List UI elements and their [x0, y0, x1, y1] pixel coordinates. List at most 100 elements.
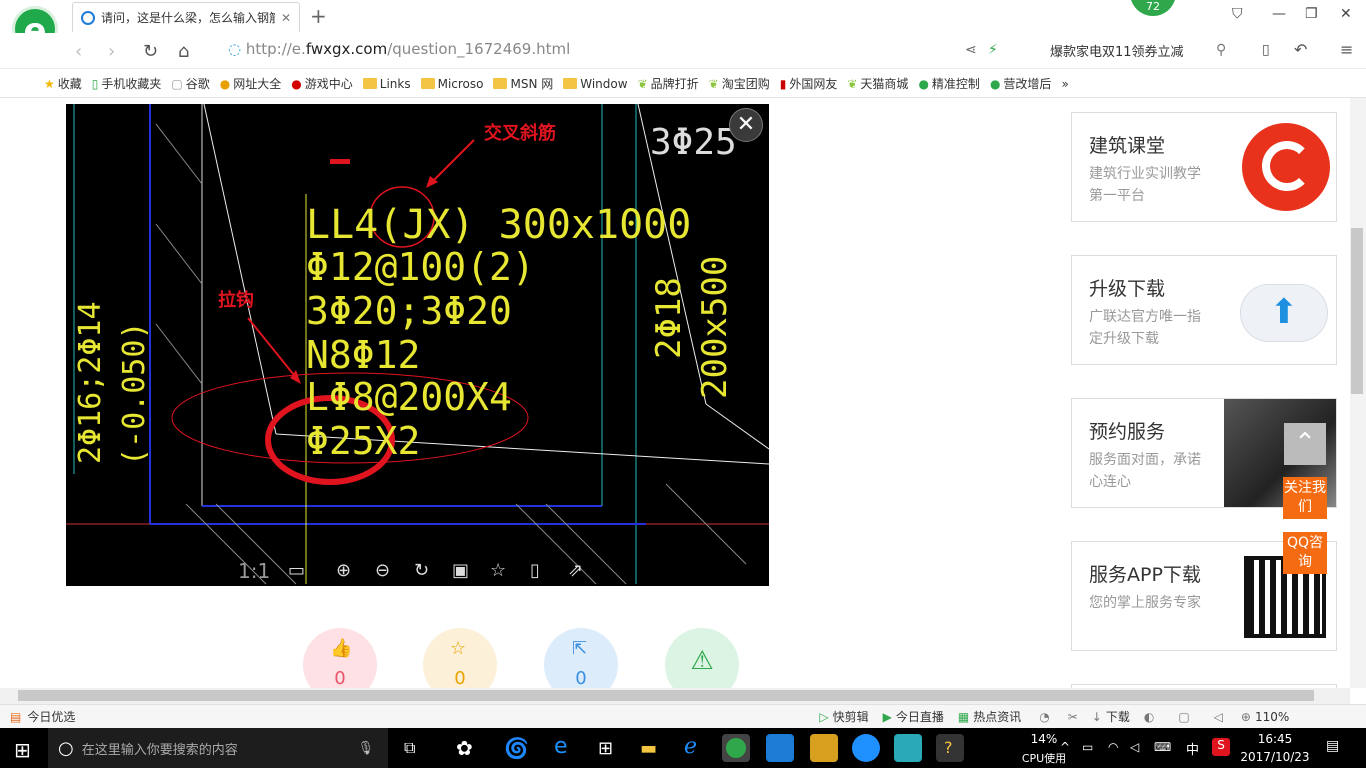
ime-indicator[interactable]: 中 — [1186, 739, 1199, 758]
taskbar-search-input[interactable]: ○ 在这里输入你要搜索的内容 🎙 — [48, 728, 388, 768]
sogou-icon[interactable]: S — [1212, 738, 1230, 756]
save-icon[interactable]: ▣ — [452, 560, 469, 581]
share-icon[interactable]: ⋖ — [965, 42, 977, 58]
rotate-icon[interactable]: ↻ — [414, 560, 429, 581]
right-vertical-2: 200x500 — [695, 256, 735, 399]
bookmark-favorites[interactable]: ★ 收藏 — [44, 75, 82, 92]
bookmark-folder[interactable]: Window — [563, 77, 628, 91]
follow-us-button[interactable]: 关注我们 — [1283, 477, 1327, 519]
share-out-icon[interactable]: ⇗ — [568, 560, 583, 581]
status-item[interactable]: 热点资讯 — [973, 708, 1021, 725]
like-count: 0 — [334, 668, 346, 689]
microphone-icon[interactable]: 🎙 — [357, 741, 374, 756]
close-window-button[interactable]: ✕ — [1340, 6, 1352, 22]
bookmark-item[interactable]: ● 网址大全 — [220, 75, 282, 92]
card-subtitle: 广联达官方唯一指定升级下载 — [1089, 309, 1201, 347]
viewer-close-button[interactable]: ✕ — [729, 108, 763, 142]
browser-taskbar-button[interactable] — [722, 734, 750, 762]
home-icon[interactable]: ⌂ — [178, 41, 189, 62]
volume-icon[interactable]: ◁ — [1214, 710, 1223, 724]
swirl-app-icon[interactable]: 🌀 — [504, 736, 529, 760]
tab-close-icon[interactable]: ✕ — [281, 11, 291, 25]
horizontal-scroll-thumb[interactable] — [18, 690, 1314, 701]
url-input[interactable]: ◌ http://e.fwxgx.com/question_1672469.ht… — [228, 40, 570, 58]
bookmark-item[interactable]: ❦ 天猫商城 — [847, 75, 908, 92]
zoom-out-icon[interactable]: ⊖ — [375, 560, 390, 581]
back-icon[interactable]: ‹ — [75, 41, 82, 62]
thumbs-up-icon: 👍 — [330, 638, 353, 659]
clock-date[interactable]: 2017/10/23 — [1240, 750, 1310, 764]
clock-time[interactable]: 16:45 — [1240, 732, 1310, 746]
notification-center-icon[interactable]: ▤ — [1326, 738, 1339, 754]
refresh-icon[interactable]: ↻ — [143, 41, 158, 62]
g-app-taskbar-button[interactable] — [852, 734, 880, 762]
store-icon[interactable]: ⊞ — [598, 738, 613, 759]
card-upgrade-download[interactable]: 升级下载 广联达官方唯一指定升级下载 ⬆ — [1071, 255, 1337, 365]
tab-active[interactable]: 请问，这是什么梁，怎么输入钢筋 ✕ — [72, 2, 300, 32]
search-icon[interactable]: ⚲ — [1216, 42, 1226, 58]
maximize-button[interactable]: ❐ — [1305, 6, 1318, 22]
diagonal-bar-label: Φ25X2 — [306, 419, 420, 463]
fav-count: 0 — [454, 668, 466, 689]
forward-icon[interactable]: › — [108, 41, 115, 62]
status-item[interactable]: 今日直播 — [896, 708, 944, 725]
task-view-icon[interactable]: ⧉ — [404, 738, 415, 758]
fit-screen-icon[interactable]: ▭ — [288, 560, 305, 581]
ie-icon[interactable]: ℯ — [684, 734, 697, 759]
bookmark-item[interactable]: ● 精准控制 — [918, 75, 980, 92]
bookmark-item[interactable]: ▯ 手机收藏夹 — [92, 75, 162, 92]
volume-tray-icon[interactable]: ◁ — [1130, 740, 1139, 754]
keyboard-icon[interactable]: ⌨ — [1154, 740, 1171, 754]
tab-title: 请问，这是什么梁，怎么输入钢筋 — [101, 11, 275, 25]
tools-icon[interactable]: ✂ — [1068, 710, 1078, 724]
speed-icon[interactable]: ◔ — [1039, 710, 1049, 724]
today-picks[interactable]: 今日优选 — [27, 708, 75, 725]
bookmark-item[interactable]: ▮ 外国网友 — [780, 75, 838, 92]
file-explorer-icon[interactable]: ▬ — [640, 738, 657, 759]
vertical-scroll-thumb[interactable] — [1351, 228, 1363, 394]
cad-taskbar-button[interactable] — [894, 734, 922, 762]
bookmark-item[interactable]: ❦ 品牌打折 — [638, 75, 699, 92]
lightning-icon[interactable]: ⚡ — [988, 42, 998, 58]
menu-icon[interactable]: ≡ — [1340, 40, 1353, 59]
pinwheel-app-icon[interactable]: ✿ — [456, 736, 473, 760]
mobile-view-icon[interactable]: ▯ — [530, 560, 540, 581]
undo-icon[interactable]: ↶ — [1294, 40, 1307, 59]
status-item[interactable]: 下载 — [1106, 708, 1130, 725]
bookmark-star-icon[interactable]: ☆ — [490, 560, 506, 581]
tray-up-icon[interactable]: ^ — [1060, 740, 1070, 754]
zoom-level[interactable]: 110% — [1255, 710, 1289, 724]
bookmark-folder[interactable]: Links — [362, 77, 411, 91]
gift-icon: ▤ — [10, 709, 22, 724]
card-building-class[interactable]: 建筑课堂 建筑行业实训教学第一平台 — [1071, 112, 1337, 222]
more-bookmarks-icon[interactable]: » — [1061, 77, 1068, 91]
bookmark-item[interactable]: ● 游戏中心 — [291, 75, 353, 92]
ie-mode-icon[interactable]: ◐ — [1144, 710, 1154, 724]
mobile-icon: ▯ — [91, 76, 99, 91]
scale-label: 1:1 — [238, 559, 270, 583]
edge-icon[interactable]: e — [554, 734, 568, 759]
wifi-icon[interactable]: ◠ — [1108, 740, 1118, 754]
search-placeholder: 在这里输入你要搜索的内容 — [81, 742, 238, 758]
battery-icon[interactable]: ▭ — [1082, 740, 1093, 754]
new-tab-button[interactable]: + — [310, 4, 327, 28]
bookmark-folder[interactable]: MSN 网 — [493, 75, 553, 92]
qq-consult-button[interactable]: QQ咨询 — [1283, 532, 1327, 574]
minimize-button[interactable]: — — [1272, 6, 1286, 22]
back-to-top-button[interactable]: ⌃ — [1284, 423, 1326, 465]
notes-taskbar-button[interactable] — [810, 734, 838, 762]
window-icon[interactable]: ▢ — [1178, 710, 1189, 724]
bookmark-folder[interactable]: Microso — [420, 77, 483, 91]
phone-icon[interactable]: ▯ — [1262, 42, 1270, 58]
status-item[interactable]: 快剪辑 — [833, 708, 869, 725]
image-viewer[interactable]: 交叉斜筋 拉钩 LL4(JX) 300x1000 Φ12@100(2) 3Φ20… — [66, 104, 769, 586]
bookmark-item[interactable]: ▢ 谷歌 — [171, 75, 209, 92]
app-taskbar-button[interactable] — [766, 734, 794, 762]
windows-start-icon[interactable]: ⊞ — [14, 738, 31, 762]
shirt-icon[interactable]: ⛉ — [1232, 6, 1243, 22]
bookmark-item[interactable]: ● 营改增后 — [990, 75, 1052, 92]
help-taskbar-button[interactable]: ? — [936, 734, 964, 762]
zoom-in-icon[interactable]: ⊕ — [336, 560, 351, 581]
search-ad-text[interactable]: 爆款家电双11领券立减 — [1050, 41, 1184, 60]
bookmark-item[interactable]: ❦ 淘宝团购 — [709, 75, 770, 92]
